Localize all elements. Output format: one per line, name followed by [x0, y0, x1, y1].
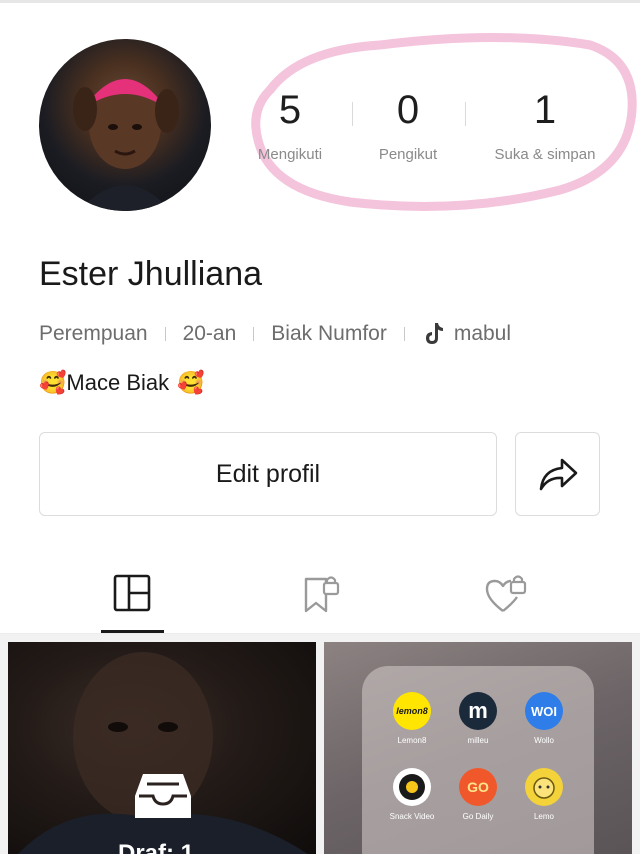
wollo-icon: WOI: [525, 692, 563, 730]
app-label: Go Daily: [462, 812, 494, 821]
share-profile-button[interactable]: [515, 432, 600, 516]
tab-posts[interactable]: [102, 565, 162, 635]
meta-divider: [403, 327, 405, 341]
stat-divider: [465, 102, 466, 126]
share-arrow-icon: [539, 458, 577, 491]
age-label: 20-an: [182, 322, 237, 345]
app-label: milleu: [467, 736, 489, 745]
app-lemon8: lemon8 Lemon8: [377, 692, 447, 745]
stat-likes-value: 1: [533, 88, 557, 132]
lemo-icon: [525, 768, 563, 806]
gender-label: Perempuan: [39, 322, 148, 345]
app-folder: lemon8 Lemon8 m milleu WOI Wollo Snack V…: [362, 666, 594, 854]
profile-meta-row: Perempuan 20-an Biak Numfor mabul: [39, 320, 511, 348]
avatar[interactable]: [39, 39, 211, 211]
inbox-icon: [135, 774, 191, 818]
meta-divider: [164, 327, 166, 341]
tab-liked[interactable]: [476, 565, 536, 635]
profile-name: Ester Jhulliana: [39, 255, 263, 293]
stat-likes-label: Suka & simpan: [494, 146, 596, 163]
app-snack-video: Snack Video: [377, 768, 447, 821]
lemon8-icon: lemon8: [393, 692, 431, 730]
draft-count-label: Draf: 1: [118, 840, 195, 854]
stat-followers-value: 0: [396, 88, 420, 132]
app-lemo: Lemo: [509, 768, 579, 821]
stat-followers-label: Pengikut: [378, 146, 438, 163]
go-daily-icon: GO: [459, 768, 497, 806]
stat-following-label: Mengikuti: [257, 146, 323, 163]
stat-following-value: 5: [278, 88, 302, 132]
app-label: Lemo: [533, 812, 554, 821]
snack-video-icon: [393, 768, 431, 806]
grid-icon: [113, 574, 151, 612]
heart-lock-icon: [485, 575, 527, 612]
tiktok-icon: [425, 323, 443, 344]
avatar-photo: [73, 79, 179, 211]
tab-saved[interactable]: [290, 565, 350, 635]
draft-thumbnail-photo: [18, 652, 308, 854]
bio-text: Mace Biak: [66, 370, 170, 395]
profile-bio: 🥰 Mace Biak 🥰: [39, 370, 205, 396]
app-label: Snack Video: [389, 812, 435, 821]
app-go-daily: GO Go Daily: [443, 768, 513, 821]
edit-profile-button[interactable]: Edit profil: [39, 432, 497, 516]
top-divider: [0, 0, 640, 3]
location-label: Biak Numfor: [271, 322, 387, 345]
tiktok-handle[interactable]: mabul: [454, 322, 511, 346]
milleu-icon: m: [459, 692, 497, 730]
app-label: Lemon8: [397, 736, 427, 745]
app-label: Wollo: [534, 736, 554, 745]
bookmark-lock-icon: [304, 576, 340, 613]
app-wollo: WOI Wollo: [509, 692, 579, 745]
app-milleu: m milleu: [443, 692, 513, 745]
smiling-hearts-emoji: 🥰: [39, 370, 67, 396]
stat-followers[interactable]: 0 Pengikut: [348, 80, 468, 163]
post-tile[interactable]: lemon8 Lemon8 m milleu WOI Wollo Snack V…: [324, 642, 632, 854]
meta-divider: [253, 327, 255, 341]
draft-post-tile[interactable]: Draf: 1: [8, 642, 316, 854]
stats-row: 5 Mengikuti 0 Pengikut 1 Suka & simpan: [250, 80, 640, 180]
stat-likes-saves[interactable]: 1 Suka & simpan: [485, 80, 605, 163]
smiling-hearts-emoji: 🥰: [177, 370, 205, 396]
stat-following[interactable]: 5 Mengikuti: [230, 80, 350, 163]
posts-grid: Draf: 1 lemon8 Lemon8 m milleu WOI Wollo…: [0, 634, 640, 854]
